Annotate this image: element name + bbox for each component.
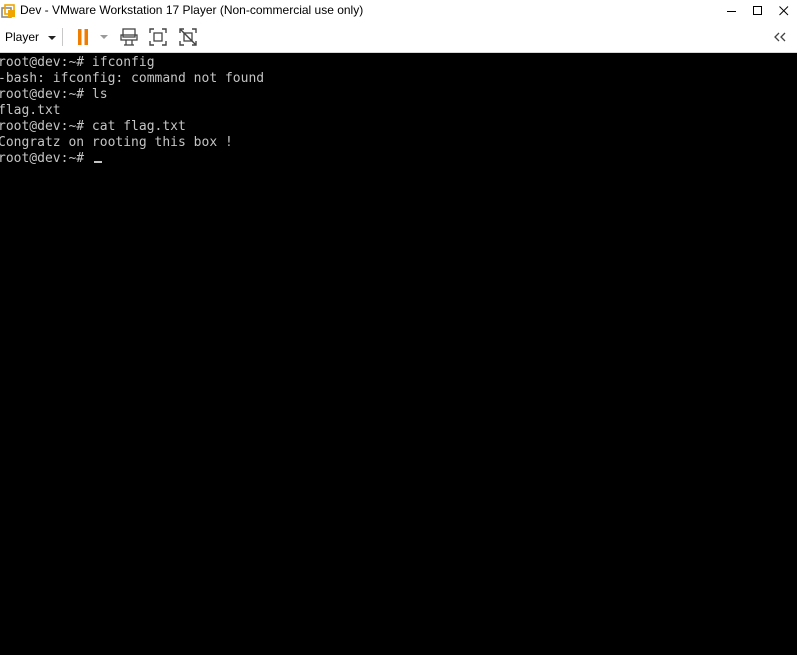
maximize-icon[interactable] xyxy=(745,0,771,21)
collapse-toolbar-button[interactable] xyxy=(770,25,790,49)
console-line: flag.txt xyxy=(0,103,61,118)
full-screen-button[interactable] xyxy=(147,25,169,49)
send-ctrl-alt-del-icon xyxy=(120,28,138,46)
title-bar[interactable]: Dev - VMware Workstation 17 Player (Non-… xyxy=(0,0,797,21)
double-chevron-left-icon xyxy=(774,32,786,42)
send-ctrl-alt-del-button[interactable] xyxy=(118,25,140,49)
unity-button[interactable] xyxy=(177,25,199,49)
pause-button[interactable] xyxy=(73,25,93,49)
pause-icon xyxy=(78,29,88,45)
window-title: Dev - VMware Workstation 17 Player (Non-… xyxy=(20,3,364,17)
console-line: root@dev:~# ifconfig xyxy=(0,55,155,70)
text-cursor xyxy=(93,161,102,163)
vmware-player-icon[interactable] xyxy=(1,3,17,19)
console-line: -bash: ifconfig: command not found xyxy=(0,71,265,86)
minimize-icon[interactable] xyxy=(719,0,745,21)
close-icon[interactable] xyxy=(771,0,797,21)
chevron-down-icon xyxy=(48,35,57,40)
console-line: root@dev:~# ls xyxy=(0,87,108,102)
player-menu-button[interactable]: Player xyxy=(5,21,57,52)
toolbar: Player xyxy=(0,21,797,53)
console-prompt: root@dev:~# xyxy=(0,151,92,166)
vmware-player-window: Dev - VMware Workstation 17 Player (Non-… xyxy=(0,0,797,655)
full-screen-icon xyxy=(149,28,167,46)
player-menu-label: Player xyxy=(5,29,40,44)
unity-icon xyxy=(179,28,197,46)
toolbar-divider xyxy=(62,28,63,46)
console-prompt-line: root@dev:~# xyxy=(0,151,102,167)
guest-console[interactable]: root@dev:~# ifconfig -bash: ifconfig: co… xyxy=(0,53,797,655)
dropdown-arrow-icon xyxy=(100,35,108,39)
pause-options-dropdown[interactable] xyxy=(97,25,111,49)
console-line: Congratz on rooting this box ! xyxy=(0,135,233,150)
window-controls xyxy=(719,0,797,21)
console-line: root@dev:~# cat flag.txt xyxy=(0,119,186,134)
